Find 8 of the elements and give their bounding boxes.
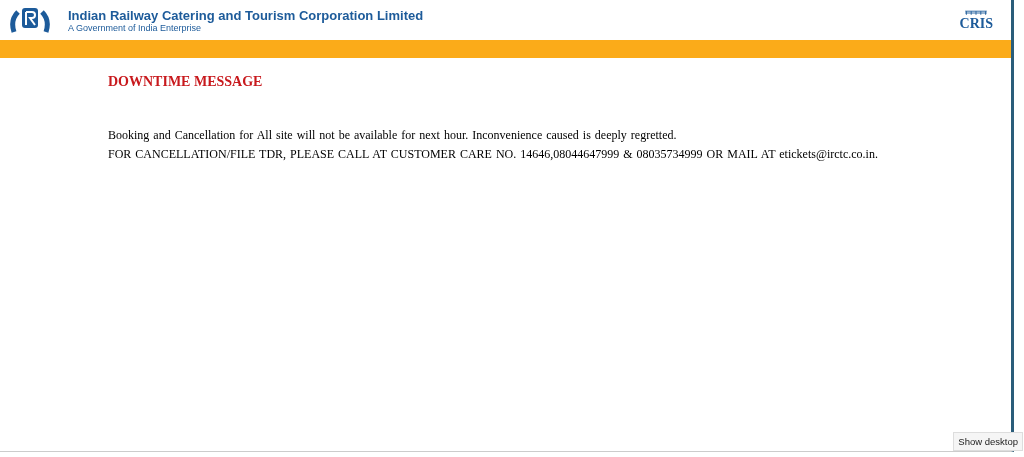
partner-logo: CRIS xyxy=(959,17,993,31)
tagline: A Government of India Enterprise xyxy=(68,22,202,33)
message-title: DOWNTIME MESSAGE xyxy=(108,74,264,90)
org-name: Indian Railway Catering and Tourism Corporation Limited xyxy=(68,7,425,23)
message-line: FOR CANCELLATION/FILE TDR, PLEASE CALL AT CUSTOMER CARE NO. 14646,08044647999 & 08035734999 OR MAIL AT etickets@irctc.co.in. xyxy=(108,146,879,163)
message-line: Booking and Cancellation for All site will not be available for next hour. Inconvenience caused is deeply regretted. xyxy=(108,127,678,144)
emblem-icon xyxy=(964,9,989,17)
tooltip: Show desktop xyxy=(953,432,1023,451)
